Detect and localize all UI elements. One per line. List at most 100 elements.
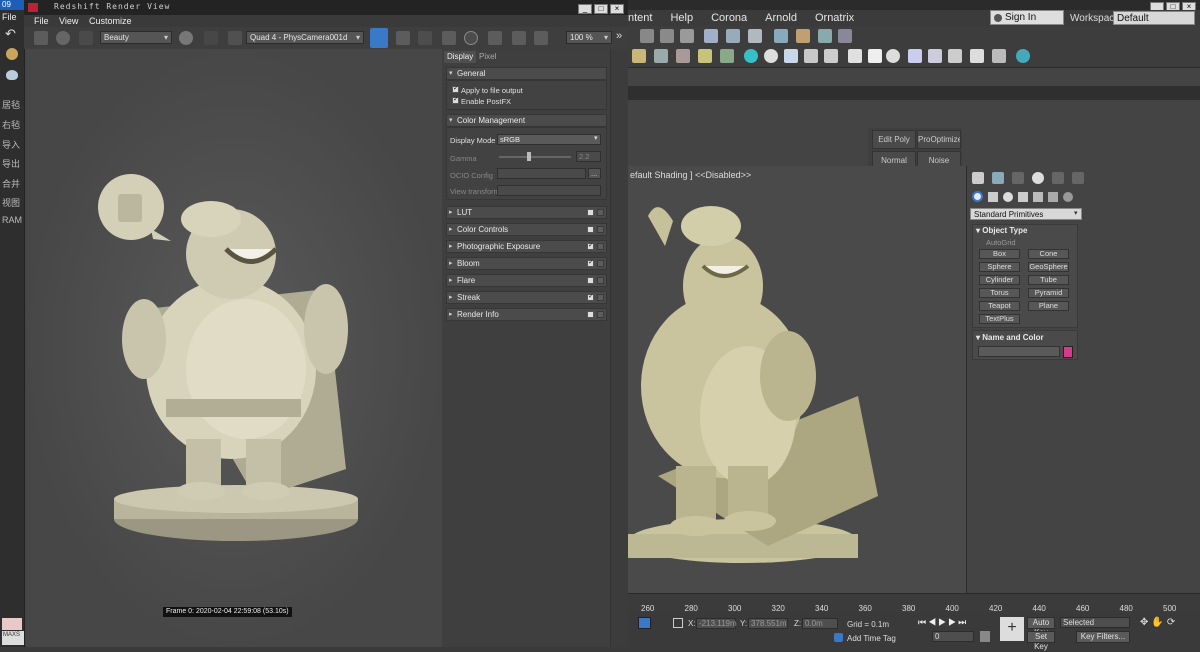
- region-dots-icon[interactable]: [204, 31, 218, 45]
- hierarchy-tab-icon[interactable]: [1012, 172, 1024, 184]
- light-lister-icon[interactable]: [1016, 49, 1030, 63]
- settings-scrollbar[interactable]: [610, 49, 628, 647]
- snapshot-plus-icon[interactable]: [512, 31, 526, 45]
- photographic-exposure-enable-checkbox[interactable]: [587, 241, 594, 250]
- autogrid-checkbox[interactable]: AutoGrid: [986, 238, 1016, 247]
- grid-icon[interactable]: [824, 49, 838, 63]
- primitive-geosphere-button[interactable]: GeoSphere: [1028, 262, 1069, 272]
- grid-overlay-icon[interactable]: [396, 31, 410, 45]
- isolate-selection-icon[interactable]: [638, 617, 651, 629]
- modifier-button[interactable]: Edit Poly: [872, 130, 916, 149]
- sun-icon[interactable]: [442, 31, 456, 45]
- streak-pin-icon[interactable]: [597, 294, 604, 301]
- align-view-icon[interactable]: [992, 49, 1006, 63]
- cameras-icon[interactable]: [1018, 192, 1028, 202]
- primitive-tube-button[interactable]: Tube: [1028, 275, 1069, 285]
- primitive-pyramid-button[interactable]: Pyramid: [1028, 288, 1069, 298]
- perspective-viewport[interactable]: [628, 166, 966, 593]
- selection-filter-icon[interactable]: [698, 49, 712, 63]
- select-object-icon[interactable]: [720, 49, 734, 63]
- unlink-icon[interactable]: [654, 49, 668, 63]
- align-camera-icon[interactable]: [970, 49, 984, 63]
- schematic-view-icon[interactable]: [748, 29, 762, 43]
- menu-help[interactable]: Help: [670, 12, 693, 24]
- name-and-color-title[interactable]: ▾ Name and Color: [976, 333, 1044, 342]
- left-label-4[interactable]: 导出: [2, 157, 24, 170]
- render-info-section-header[interactable]: Render Info: [446, 308, 607, 321]
- schematic-icon[interactable]: [774, 29, 788, 43]
- rs-menu-customize[interactable]: Customize: [89, 16, 132, 26]
- rs-menu-view[interactable]: View: [59, 16, 78, 26]
- camera-dropdown[interactable]: Quad 4 - PhysCamera001d: [246, 31, 364, 44]
- primitive-plane-button[interactable]: Plane: [1028, 301, 1069, 311]
- streak-section-header[interactable]: Streak: [446, 291, 607, 304]
- gamma-value-field[interactable]: 2.2: [576, 151, 601, 162]
- left-label-7[interactable]: RAM: [2, 215, 24, 225]
- curve-editor-icon[interactable]: [726, 29, 740, 43]
- time-config-icon[interactable]: [980, 631, 990, 642]
- object-color-swatch[interactable]: [1063, 346, 1073, 358]
- menu-corona[interactable]: Corona: [711, 12, 747, 24]
- add-time-tag-button[interactable]: Add Time Tag: [847, 634, 896, 643]
- render-play-icon[interactable]: [56, 31, 70, 45]
- primitive-textplus-button[interactable]: TextPlus: [979, 314, 1020, 324]
- spacewarps-icon[interactable]: [1048, 192, 1058, 202]
- sphere-icon[interactable]: [764, 49, 778, 63]
- aov-dropdown[interactable]: Beauty: [100, 31, 172, 44]
- left-label-2[interactable]: 右毡: [2, 118, 24, 131]
- copy-icon[interactable]: [534, 31, 548, 45]
- navigation-controls[interactable]: ✥✋⟳: [1140, 617, 1178, 628]
- bloom-pin-icon[interactable]: [597, 260, 604, 267]
- rs-maximize-icon[interactable]: □: [594, 4, 608, 14]
- normal-align-icon[interactable]: [928, 49, 942, 63]
- max-file-menu[interactable]: File: [2, 12, 17, 22]
- y-coordinate-field[interactable]: 378.551m: [748, 618, 788, 629]
- photographic-exposure-section-header[interactable]: Photographic Exposure: [446, 240, 607, 253]
- clapper-icon[interactable]: [34, 31, 48, 45]
- hand-icon[interactable]: [6, 48, 18, 60]
- tree-icon[interactable]: [784, 49, 798, 63]
- motion-tab-icon[interactable]: [1032, 172, 1044, 184]
- render-canvas[interactable]: [26, 49, 442, 647]
- refresh-icon[interactable]: [79, 31, 93, 45]
- utilities-tab-icon[interactable]: [1072, 172, 1084, 184]
- mirror-icon[interactable]: [848, 49, 862, 63]
- rs-close-icon[interactable]: ×: [610, 4, 624, 14]
- select-link-icon[interactable]: [632, 49, 646, 63]
- bind-space-warp-icon[interactable]: [676, 49, 690, 63]
- modifier-button[interactable]: ProOptimizer: [917, 130, 961, 149]
- tab-display[interactable]: Display: [444, 51, 477, 63]
- shapes-icon[interactable]: [988, 192, 998, 202]
- auto-key-button[interactable]: Auto Key: [1027, 617, 1055, 637]
- left-label-6[interactable]: 视图: [2, 196, 24, 209]
- general-section-header[interactable]: General: [446, 67, 607, 80]
- material-editor-icon[interactable]: [796, 29, 810, 43]
- key-mode-icon[interactable]: +: [1000, 617, 1024, 641]
- key-filters-button[interactable]: Key Filters...: [1076, 631, 1130, 643]
- menu-ornatrix[interactable]: Ornatrix: [815, 12, 854, 24]
- display-tab-icon[interactable]: [1052, 172, 1064, 184]
- rs-menu-file[interactable]: File: [34, 16, 49, 26]
- create-tab-icon[interactable]: [972, 172, 984, 184]
- view-transform-dropdown[interactable]: [497, 185, 601, 196]
- display-mode-dropdown[interactable]: sRGB: [497, 134, 601, 145]
- image-icon[interactable]: [488, 31, 502, 45]
- set-key-button[interactable]: Set Key: [1027, 631, 1055, 651]
- left-label-3[interactable]: 导入: [2, 138, 24, 151]
- lut-pin-icon[interactable]: [597, 209, 604, 216]
- enable-postfx-checkbox[interactable]: [452, 95, 459, 104]
- layer-explorer-icon[interactable]: [680, 29, 694, 43]
- maxscript-listener[interactable]: MAXS: [2, 631, 24, 645]
- align-icon[interactable]: [868, 49, 882, 63]
- current-frame-field[interactable]: 0: [932, 631, 974, 642]
- color-controls-pin-icon[interactable]: [597, 226, 604, 233]
- rs-minimize-icon[interactable]: _: [578, 4, 592, 14]
- ocio-config-field[interactable]: [497, 168, 586, 179]
- geometry-icon[interactable]: [972, 191, 983, 202]
- edit-named-selection-icon[interactable]: [640, 29, 654, 43]
- place-highlight-icon[interactable]: [948, 49, 962, 63]
- gamma-slider-track[interactable]: [499, 156, 571, 158]
- flare-pin-icon[interactable]: [597, 277, 604, 284]
- z-coordinate-field[interactable]: 0.0m: [802, 618, 838, 629]
- apply-to-file-output-checkbox[interactable]: [452, 84, 459, 93]
